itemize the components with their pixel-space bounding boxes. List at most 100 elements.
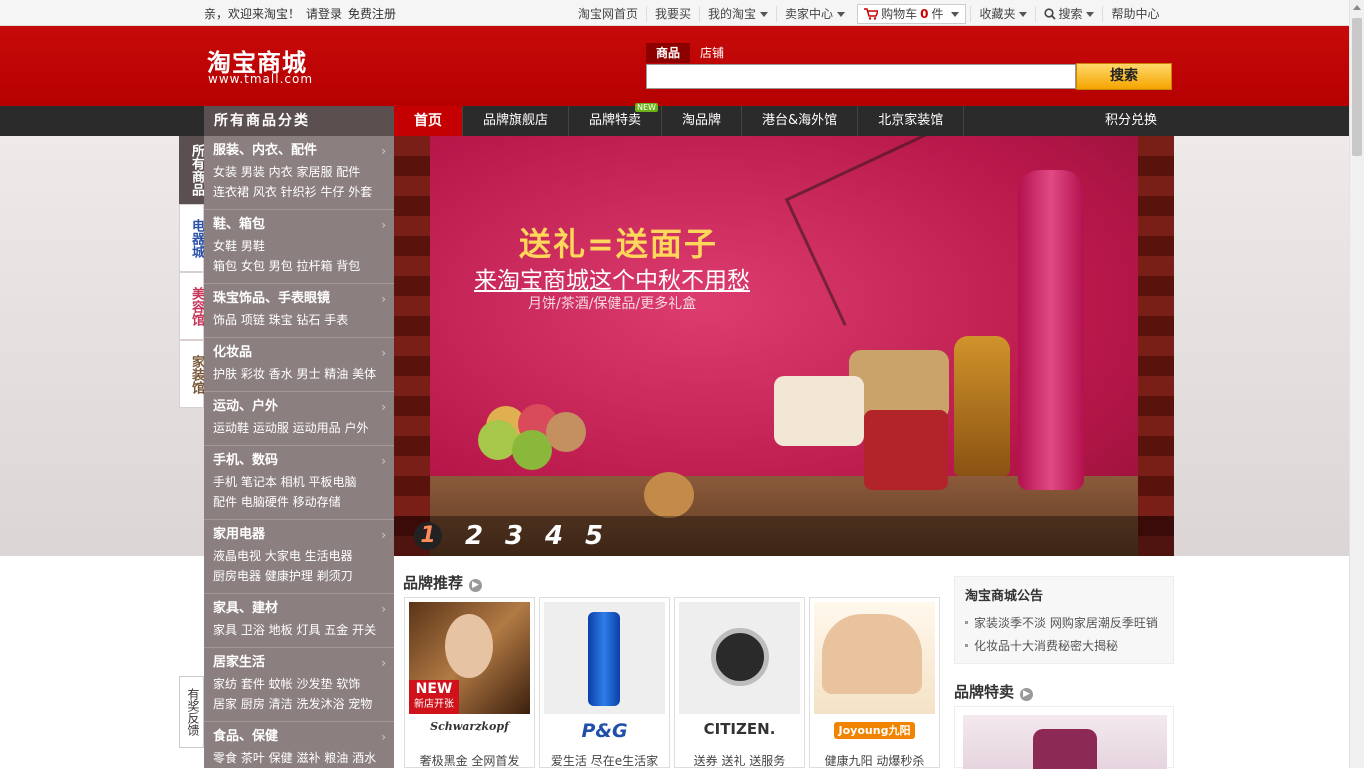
- watch-image: [711, 628, 769, 686]
- category-links-line[interactable]: 液晶电视 大家电 生活电器: [213, 546, 386, 566]
- notice-item[interactable]: 化妆品十大消费秘密大揭秘: [965, 635, 1163, 658]
- brand-recommend-heading[interactable]: 品牌推荐 ▶: [403, 572, 483, 593]
- buy-link[interactable]: 我要买: [646, 6, 699, 22]
- category-links-line[interactable]: 饰品 项链 珠宝 钻石 手表: [213, 310, 386, 330]
- category-shoes-bags[interactable]: 鞋、箱包 › 女鞋 男鞋 箱包 女包 男包 拉杆箱 背包: [204, 210, 394, 284]
- page-scrollbar[interactable]: [1349, 0, 1364, 768]
- seller-center-menu[interactable]: 卖家中心: [776, 6, 853, 22]
- cake-image: [774, 376, 864, 446]
- scrollbar-thumb[interactable]: [1352, 18, 1362, 156]
- chevron-right-icon: ›: [381, 602, 386, 616]
- brand-logo: CITIZEN.: [703, 720, 776, 738]
- category-links-line[interactable]: 护肤 彩妆 香水 男士 精油 美体: [213, 364, 386, 384]
- category-links: 女鞋 男鞋 箱包 女包 男包 拉杆箱 背包: [213, 236, 386, 276]
- nav-overseas[interactable]: 港台&海外馆: [742, 106, 859, 136]
- search-input[interactable]: [646, 64, 1076, 89]
- brand-desc[interactable]: 健康九阳 动爆秒杀: [810, 752, 939, 769]
- category-furniture[interactable]: 家具、建材 › 家具 卫浴 地板 灯具 五金 开关: [204, 594, 394, 648]
- header: 淘宝商城 www.tmall.com 商品 店铺 搜索: [0, 26, 1349, 106]
- side-tab-beauty[interactable]: 美容馆: [179, 272, 204, 340]
- arrow-right-icon: ▶: [469, 579, 483, 592]
- category-home-living[interactable]: 居家生活 › 家纺 套件 蚊帐 沙发垫 软饰 居家 厨房 清洁 洗发沐浴 宠物: [204, 648, 394, 722]
- category-links-line[interactable]: 厨房电器 健康护理 剃须刀: [213, 566, 386, 586]
- category-links-line[interactable]: 连衣裙 风衣 针织衫 牛仔 外套: [213, 182, 386, 202]
- side-tab-home[interactable]: 家装馆: [179, 340, 204, 408]
- scroll-up-icon[interactable]: [1353, 5, 1361, 10]
- search-button[interactable]: 搜索: [1076, 63, 1172, 90]
- mouthwash-bottle-image: [588, 612, 620, 706]
- category-links: 家具 卫浴 地板 灯具 五金 开关: [213, 620, 386, 640]
- category-menu-title[interactable]: 所有商品分类: [204, 106, 394, 136]
- brand-card-citizen[interactable]: CITIZEN. 送券 送礼 送服务: [674, 597, 805, 768]
- category-links-line[interactable]: 配件 电脑硬件 移动存储: [213, 492, 386, 512]
- slide-dot-5[interactable]: 5: [574, 521, 614, 551]
- notice-title: 淘宝商城公告: [965, 589, 1044, 604]
- taobao-home-link[interactable]: 淘宝网首页: [570, 6, 646, 22]
- nav-home[interactable]: 首页: [394, 106, 463, 136]
- slide-dot-2[interactable]: 2: [454, 521, 494, 551]
- site-logo-url: www.tmall.com: [208, 72, 314, 86]
- brand-image: [544, 602, 665, 714]
- banner-subline[interactable]: 来淘宝商城这个中秋不用愁: [474, 261, 750, 295]
- plum-branch-decoration: [784, 136, 1044, 326]
- category-appliances[interactable]: 家用电器 › 液晶电视 大家电 生活电器 厨房电器 健康护理 剃须刀: [204, 520, 394, 594]
- help-center-link[interactable]: 帮助中心: [1102, 6, 1167, 22]
- category-name: 服装、内衣、配件: [213, 143, 318, 158]
- category-cosmetics[interactable]: 化妆品 › 护肤 彩妆 香水 男士 精油 美体: [204, 338, 394, 392]
- tab-shops[interactable]: 店铺: [690, 43, 734, 63]
- chevron-right-icon: ›: [381, 730, 386, 744]
- category-links-line[interactable]: 手机 笔记本 相机 平板电脑: [213, 472, 386, 492]
- category-sports[interactable]: 运动、户外 › 运动鞋 运动服 运动用品 户外: [204, 392, 394, 446]
- slide-dot-1[interactable]: 1: [414, 522, 442, 550]
- tab-products[interactable]: 商品: [646, 43, 690, 63]
- category-digital[interactable]: 手机、数码 › 手机 笔记本 相机 平板电脑 配件 电脑硬件 移动存储: [204, 446, 394, 520]
- category-links-line[interactable]: 居家 厨房 清洁 洗发沐浴 宠物: [213, 694, 386, 714]
- brand-sale-card[interactable]: [954, 706, 1174, 769]
- notice-item[interactable]: 家装淡季不淡 网购家居潮反季旺销: [965, 612, 1163, 635]
- taobao-home-label: 淘宝网首页: [578, 7, 639, 21]
- slide-dot-3[interactable]: 3: [494, 521, 534, 551]
- chevron-right-icon: ›: [381, 292, 386, 306]
- brand-sale-heading[interactable]: 品牌特卖 ▶: [954, 681, 1034, 702]
- category-links-line[interactable]: 零食 茶叶 保健 滋补 粮油 酒水: [213, 748, 386, 768]
- my-taobao-menu[interactable]: 我的淘宝: [699, 6, 776, 22]
- nav-brand-flagship[interactable]: 品牌旗舰店: [463, 106, 570, 136]
- brand-card-joyoung[interactable]: Joyoung九阳 健康九阳 动爆秒杀: [809, 597, 940, 768]
- brand-card-schwarzkopf[interactable]: NEW 新店开张 Schwarzkopf 奢极黑金 全网首发: [404, 597, 535, 768]
- brand-card-pg[interactable]: P&G 爱生活 尽在e生活家: [539, 597, 670, 768]
- feedback-button[interactable]: 有奖反馈: [179, 676, 204, 748]
- category-links-line[interactable]: 家具 卫浴 地板 灯具 五金 开关: [213, 620, 386, 640]
- nav-brand-sale[interactable]: 品牌特卖 NEW: [569, 103, 663, 136]
- nav-points-exchange[interactable]: 积分兑换: [1105, 106, 1157, 136]
- nav-tao-brand[interactable]: 淘品牌: [662, 106, 743, 136]
- brand-sale-image: [963, 715, 1167, 769]
- side-tab-electronics[interactable]: 电器城: [179, 204, 204, 272]
- chevron-right-icon: ›: [381, 144, 386, 158]
- category-links-line[interactable]: 箱包 女包 男包 拉杆箱 背包: [213, 256, 386, 276]
- slide-dot-4[interactable]: 4: [534, 521, 574, 551]
- cart-button[interactable]: 购物车 0 件: [857, 4, 967, 24]
- search-menu[interactable]: 搜索: [1035, 6, 1102, 22]
- category-links: 零食 茶叶 保健 滋补 粮油 酒水: [213, 748, 386, 768]
- search-icon: [1044, 8, 1057, 20]
- promo-banner[interactable]: 送礼=送面子 来淘宝商城这个中秋不用愁 月饼/茶酒/保健品/更多礼盒: [394, 136, 1174, 556]
- brand-recommend-title: 品牌推荐: [403, 574, 464, 592]
- category-apparel[interactable]: 服装、内衣、配件 › 女装 男装 内衣 家居服 配件 连衣裙 风衣 针织衫 牛仔 外套: [204, 136, 394, 210]
- nav-beijing-home[interactable]: 北京家装馆: [858, 106, 965, 136]
- register-link[interactable]: 免费注册: [348, 7, 396, 21]
- help-center-label: 帮助中心: [1111, 7, 1160, 21]
- favorites-menu[interactable]: 收藏夹: [970, 6, 1035, 22]
- top-bar-links: 淘宝网首页 我要买 我的淘宝 卖家中心 购物车 0 件 收藏夹 搜索 帮助中心: [570, 4, 1168, 24]
- category-name: 鞋、箱包: [213, 217, 266, 232]
- login-link[interactable]: 请登录: [306, 7, 342, 21]
- category-links-line[interactable]: 女装 男装 内衣 家居服 配件: [213, 162, 386, 182]
- side-tab-all[interactable]: 所有商品: [179, 136, 204, 204]
- brand-desc[interactable]: 奢极黑金 全网首发: [405, 752, 534, 769]
- category-links-line[interactable]: 女鞋 男鞋: [213, 236, 386, 256]
- category-links-line[interactable]: 家纺 套件 蚊帐 沙发垫 软饰: [213, 674, 386, 694]
- wine-bottle-image: [1018, 170, 1084, 490]
- category-jewelry[interactable]: 珠宝饰品、手表眼镜 › 饰品 项链 珠宝 钻石 手表: [204, 284, 394, 338]
- brand-desc[interactable]: 送券 送礼 送服务: [675, 752, 804, 769]
- brand-desc[interactable]: 爱生活 尽在e生活家: [540, 752, 669, 769]
- category-links-line[interactable]: 运动鞋 运动服 运动用品 户外: [213, 418, 386, 438]
